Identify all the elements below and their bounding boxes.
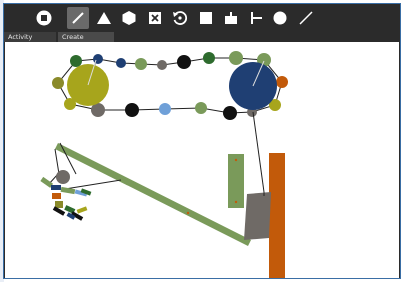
delete-box-icon xyxy=(149,12,161,24)
tab-activity[interactable]: Activity xyxy=(4,32,56,42)
chain-bead xyxy=(52,77,64,89)
triangle-tool-button[interactable] xyxy=(93,7,115,29)
hexagon-tool-button[interactable] xyxy=(118,7,140,29)
stop-icon xyxy=(36,10,52,26)
tab-bar: Activity Create xyxy=(4,32,400,42)
pencil-icon xyxy=(72,12,84,24)
delete-box-tool-button[interactable] xyxy=(144,7,166,29)
chain-bead xyxy=(93,54,103,64)
pin-joint-icon xyxy=(251,12,262,24)
triangle-icon xyxy=(97,12,111,24)
chain-bead xyxy=(195,102,207,114)
pencil-tool-button[interactable] xyxy=(67,7,89,29)
stop-button[interactable] xyxy=(33,7,55,29)
orange-pillar xyxy=(269,153,285,278)
plank-pin xyxy=(186,211,190,215)
hexagon-icon xyxy=(122,11,136,25)
tab-create[interactable]: Create xyxy=(58,32,114,42)
chain-bead xyxy=(70,55,82,67)
chain-bead xyxy=(157,60,167,70)
physics-canvas[interactable] xyxy=(5,42,399,278)
toolbar xyxy=(4,4,400,32)
motor-icon xyxy=(225,12,237,24)
ragdoll-head xyxy=(56,170,70,184)
chain-bead xyxy=(223,106,237,120)
pin-joint-tool-button[interactable] xyxy=(245,7,267,29)
square-tool-button[interactable] xyxy=(195,7,217,29)
circle-tool-button[interactable] xyxy=(269,7,291,29)
chain-bead xyxy=(116,58,126,68)
pillar-pin xyxy=(234,200,238,204)
gray-block xyxy=(244,192,271,240)
circle-icon xyxy=(273,11,287,25)
rope xyxy=(252,111,265,193)
chain-bead xyxy=(159,103,171,115)
scene xyxy=(40,51,288,278)
chain-bead xyxy=(135,58,147,70)
line-tool-button[interactable] xyxy=(295,7,317,29)
rotate-icon xyxy=(173,11,188,25)
motor-tool-button[interactable] xyxy=(220,7,242,29)
green-pillar xyxy=(228,154,244,208)
chain-bead xyxy=(203,52,215,64)
pillar-pin xyxy=(234,158,238,162)
rotate-tool-button[interactable] xyxy=(169,7,191,29)
chain-bead xyxy=(125,103,139,117)
line-icon xyxy=(299,11,313,25)
chain-bead xyxy=(229,51,243,65)
chain-bead xyxy=(276,76,288,88)
chain-bead xyxy=(177,55,191,69)
square-icon xyxy=(200,12,212,24)
